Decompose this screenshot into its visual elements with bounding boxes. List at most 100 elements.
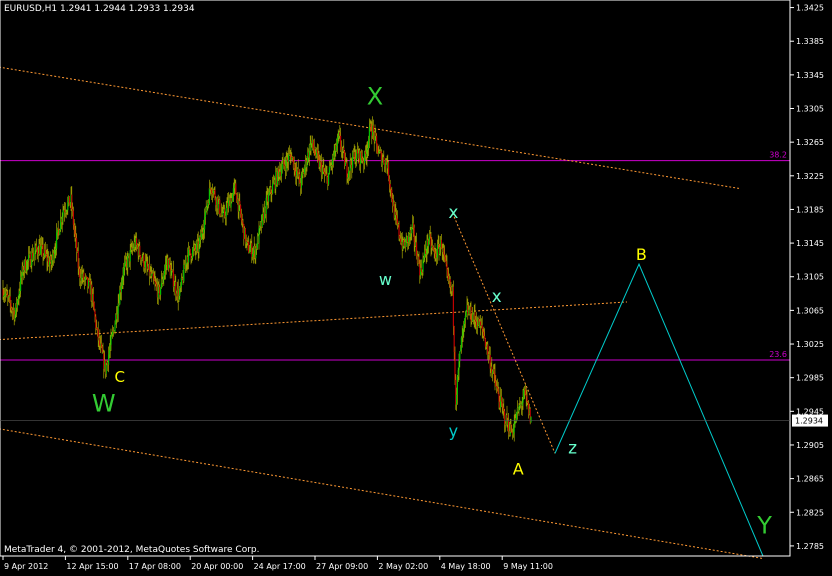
candle-body	[376, 143, 378, 154]
candle-body	[320, 161, 322, 163]
candle-body	[6, 291, 8, 295]
candle-body	[494, 373, 496, 382]
candle-body	[356, 149, 358, 154]
x-tick-label: 17 Apr 08:00	[129, 562, 181, 571]
candle-body	[160, 287, 162, 295]
candle-body	[240, 205, 242, 215]
candle-body	[348, 170, 350, 172]
candle-body	[270, 187, 272, 194]
candle-body	[482, 329, 484, 332]
candle-body	[72, 210, 74, 225]
candle-body	[42, 244, 44, 257]
candle-body	[350, 160, 352, 165]
candle-body	[464, 315, 466, 319]
candle-body	[172, 270, 174, 288]
candle-body	[258, 228, 260, 244]
candle-body	[242, 222, 244, 225]
candle-body	[272, 184, 274, 194]
candle-body	[429, 233, 431, 237]
wave-label: Y	[756, 511, 772, 539]
candle-body	[217, 201, 219, 209]
fibo-level-label: 38.2	[769, 151, 787, 160]
candle-body	[519, 405, 521, 407]
candle-body	[188, 248, 190, 263]
wave-label: z	[568, 438, 577, 458]
candle-body	[7, 294, 9, 297]
candle-body	[189, 248, 191, 254]
y-tick-label: 1.3385	[796, 37, 824, 46]
candle-body	[122, 276, 124, 281]
candle-body	[112, 331, 114, 335]
candle-body	[71, 194, 73, 210]
y-tick-label: 1.3145	[796, 239, 824, 248]
candle-body	[501, 401, 503, 407]
candle-body	[34, 250, 36, 254]
candle-body	[339, 132, 341, 136]
candle-body	[67, 202, 69, 211]
candle-body	[25, 270, 27, 272]
candle-body	[224, 209, 226, 216]
y-tick-label: 1.3185	[796, 205, 824, 214]
candle-body	[48, 261, 50, 266]
candle-body	[4, 295, 6, 297]
candle-body	[272, 182, 274, 185]
candle-body	[233, 184, 235, 189]
candle-body	[53, 254, 55, 261]
candle-body	[458, 361, 460, 371]
candle-body	[385, 160, 387, 164]
candle-body	[155, 282, 157, 285]
candle-body	[355, 158, 357, 162]
price-chart[interactable]: 38.223.6 XWCwxxyzABY 1.34251.33851.33451…	[0, 0, 832, 576]
fibonacci-levels: 38.2 23.6	[0, 151, 790, 361]
candle-body	[381, 159, 383, 165]
candle-body	[109, 344, 111, 351]
wave-labels: X WCw x x y z A B Y	[92, 82, 772, 539]
candle-body	[108, 354, 110, 365]
candle-body	[367, 148, 369, 150]
candle-body	[446, 264, 448, 270]
candle-body	[425, 253, 427, 255]
x-tick-label: 4 May 18:00	[441, 562, 491, 571]
wave-label: w	[379, 270, 392, 289]
candle-body	[24, 260, 26, 272]
y-tick-label: 1.3065	[796, 306, 824, 315]
forecast-path	[554, 262, 764, 557]
candle-body	[61, 216, 63, 223]
candle-body	[289, 153, 291, 156]
candle-body	[239, 200, 241, 206]
candle-body	[412, 223, 414, 228]
candle-body	[64, 210, 66, 212]
candle-body	[111, 334, 113, 336]
candle-body	[413, 227, 415, 242]
candle-body	[181, 277, 183, 279]
candle-body	[495, 381, 497, 387]
candle-body	[259, 226, 261, 229]
candle-body	[503, 407, 505, 412]
candle-body	[428, 240, 430, 247]
candle-body	[124, 263, 126, 268]
candle-body	[389, 184, 391, 190]
candle-body	[399, 235, 401, 239]
candle-body	[321, 168, 323, 175]
candle-body	[36, 245, 38, 250]
candle-body	[395, 211, 397, 216]
candle-body	[436, 244, 438, 258]
candle-body	[77, 251, 79, 268]
candle-body	[447, 269, 449, 277]
candle-body	[55, 248, 57, 250]
candle-body	[372, 125, 374, 132]
candle-body	[144, 261, 146, 268]
x-tick-label: 27 Apr 09:00	[316, 562, 368, 571]
candle-body	[518, 406, 520, 412]
candle-body	[527, 401, 529, 403]
candle-body	[72, 209, 74, 211]
candle-body	[129, 250, 131, 262]
candle-body	[164, 269, 166, 276]
candle-body	[300, 175, 302, 189]
candle-body	[212, 193, 214, 195]
candle-body	[462, 329, 464, 336]
candle-body	[288, 155, 290, 162]
candle-body	[75, 234, 77, 239]
candle-body	[168, 259, 170, 265]
wave-label: x	[492, 287, 502, 307]
